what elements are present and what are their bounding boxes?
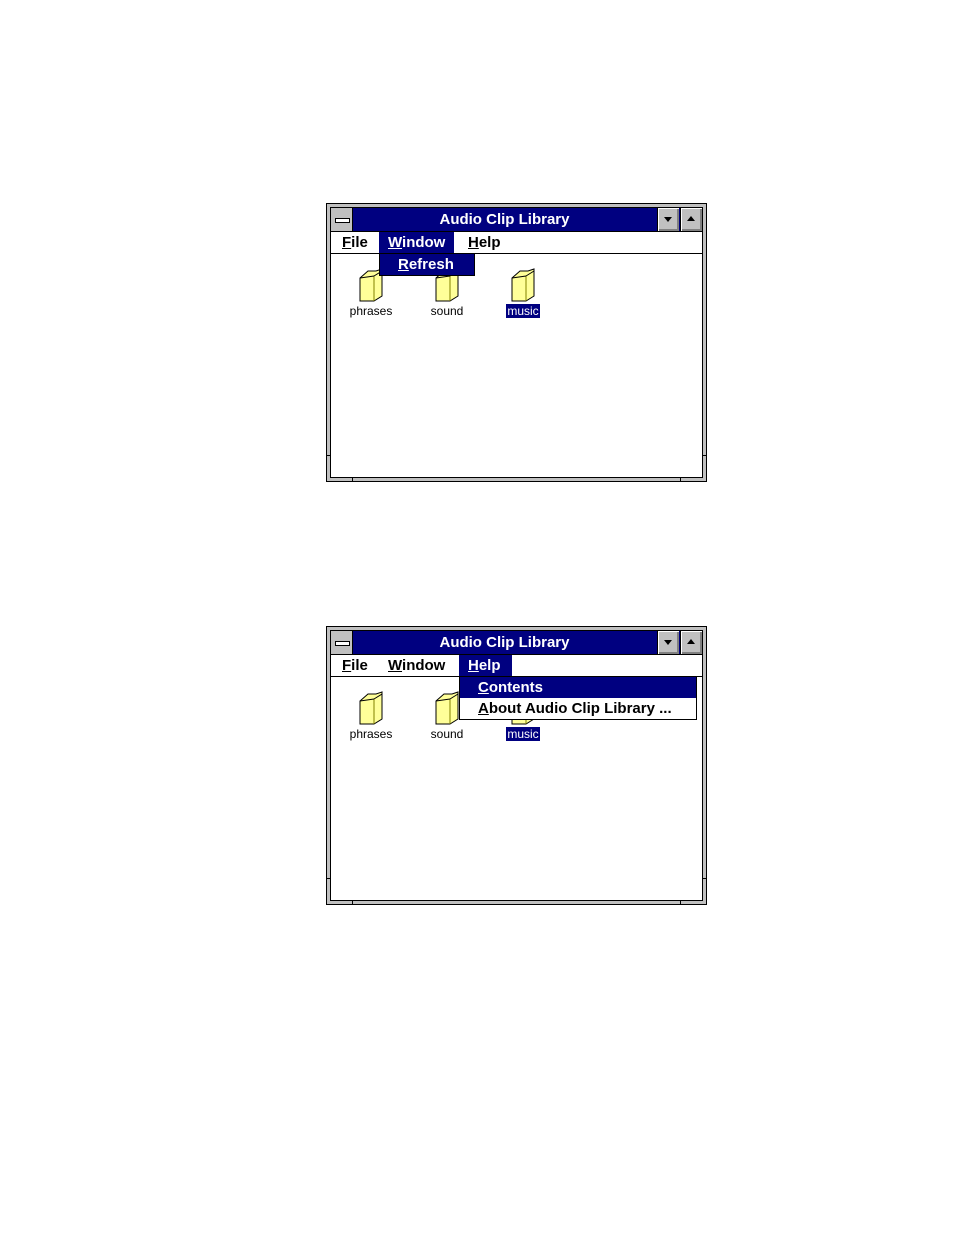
- frame-corner-mark: [327, 878, 331, 879]
- system-menu-icon: [335, 641, 350, 646]
- menu-help[interactable]: Help: [459, 232, 510, 253]
- frame-corner-mark: [702, 878, 706, 879]
- folder-label: sound: [430, 727, 464, 741]
- minimize-button[interactable]: [657, 631, 679, 654]
- menu-window-mnemonic: W: [388, 234, 403, 251]
- folder-icon: [359, 691, 383, 725]
- menu-window[interactable]: Window: [379, 655, 454, 676]
- refresh-label: efresh: [408, 256, 454, 273]
- menu-bar: File Window Help: [331, 655, 702, 677]
- system-menu-button[interactable]: [331, 631, 353, 654]
- menu-help-label: elp: [478, 657, 501, 674]
- menu-file-label: ile: [351, 657, 368, 674]
- app-window-1: Audio Clip Library File Window Help phra…: [326, 203, 707, 482]
- file-area: phrases sound music: [331, 254, 702, 477]
- menu-help[interactable]: Help: [459, 655, 512, 676]
- window-menu-dropdown: Refresh: [379, 253, 475, 276]
- window-client: Audio Clip Library File Window Help phra…: [330, 630, 703, 901]
- frame-corner-mark: [327, 455, 331, 456]
- contents-mnemonic: C: [478, 679, 489, 696]
- frame-corner-mark: [352, 900, 353, 904]
- folder-label-selected: music: [506, 727, 540, 741]
- menu-window[interactable]: Window: [379, 232, 455, 253]
- menu-item-refresh[interactable]: Refresh: [380, 254, 474, 275]
- menu-file-label: ile: [351, 234, 368, 251]
- menu-bar: File Window Help: [331, 232, 702, 254]
- about-label: bout Audio Clip Library ...: [488, 700, 672, 717]
- maximize-arrow-icon: [687, 639, 695, 644]
- window-title: Audio Clip Library: [439, 211, 570, 228]
- menu-help-mnemonic: H: [468, 657, 479, 674]
- menu-window-mnemonic: W: [388, 657, 403, 674]
- menu-help-mnemonic: H: [468, 234, 479, 251]
- folder-item-music[interactable]: music: [493, 268, 553, 320]
- folder-label: phrases: [349, 304, 393, 318]
- menu-file[interactable]: File: [333, 655, 377, 676]
- menu-help-label: elp: [478, 234, 501, 251]
- folder-label-selected: music: [506, 304, 540, 318]
- maximize-arrow-icon: [687, 216, 695, 221]
- folder-label: phrases: [349, 727, 393, 741]
- menu-item-about[interactable]: About Audio Clip Library ...: [460, 698, 696, 719]
- menu-window-label: indow: [402, 657, 446, 674]
- about-mnemonic: A: [478, 700, 489, 717]
- frame-corner-mark: [352, 477, 353, 481]
- refresh-mnemonic: R: [398, 256, 409, 273]
- folder-item-phrases[interactable]: phrases: [341, 691, 401, 743]
- system-menu-icon: [335, 218, 350, 223]
- frame-corner-mark: [680, 900, 681, 904]
- frame-corner-mark: [680, 477, 681, 481]
- minimize-arrow-icon: [664, 217, 672, 222]
- window-client: Audio Clip Library File Window Help phra…: [330, 207, 703, 478]
- menu-file-mnemonic: F: [342, 657, 352, 674]
- menu-item-contents[interactable]: Contents: [460, 677, 696, 698]
- folder-icon: [435, 691, 459, 725]
- folder-label: sound: [430, 304, 464, 318]
- menu-file[interactable]: File: [333, 232, 377, 253]
- frame-corner-mark: [702, 455, 706, 456]
- folder-icon: [511, 268, 535, 302]
- maximize-button[interactable]: [680, 631, 702, 654]
- help-menu-dropdown: Contents About Audio Clip Library ...: [459, 676, 697, 720]
- minimize-button[interactable]: [657, 208, 679, 231]
- window-title: Audio Clip Library: [439, 634, 570, 651]
- minimize-arrow-icon: [664, 640, 672, 645]
- contents-label: ontents: [488, 679, 544, 696]
- maximize-button[interactable]: [680, 208, 702, 231]
- menu-window-label: indow: [402, 234, 446, 251]
- title-bar[interactable]: Audio Clip Library: [331, 631, 702, 655]
- system-menu-button[interactable]: [331, 208, 353, 231]
- menu-file-mnemonic: F: [342, 234, 352, 251]
- title-bar[interactable]: Audio Clip Library: [331, 208, 702, 232]
- app-window-2: Audio Clip Library File Window Help phra…: [326, 626, 707, 905]
